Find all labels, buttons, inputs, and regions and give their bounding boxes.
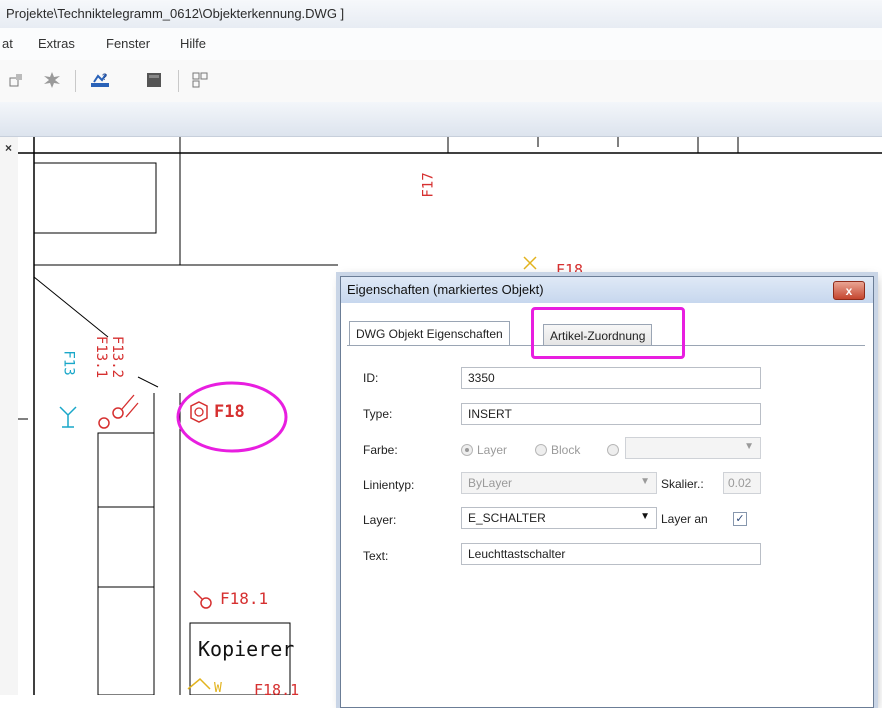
layer-label: Layer:: [363, 513, 397, 527]
id-label: ID:: [363, 371, 379, 385]
radio-icon: [535, 444, 547, 456]
skalier-label: Skalier.:: [661, 477, 704, 491]
zoom-icon[interactable]: ?: [90, 70, 110, 90]
cad-label-f13-1: F13.1: [93, 335, 110, 379]
menu-bar: at Extras Fenster Hilfe: [0, 28, 882, 60]
close-icon: x: [845, 283, 853, 298]
farbe-layer-label: Layer: [477, 443, 508, 457]
farbe-block-label: Block: [551, 443, 581, 457]
kopierer-label: Kopierer: [198, 637, 295, 661]
toolbar-separator: [178, 70, 179, 92]
layer-icon[interactable]: [144, 70, 164, 90]
layer-select[interactable]: E_SCHALTER ▼: [461, 507, 657, 529]
chevron-down-icon: ▼: [744, 441, 754, 452]
linientyp-select[interactable]: ByLayer ▼: [461, 472, 657, 494]
cad-label-f17: F17: [420, 172, 437, 198]
radio-icon: [461, 444, 473, 456]
farbe-block-radio[interactable]: Block: [535, 443, 580, 457]
text-field[interactable]: Leuchttastschalter: [461, 543, 761, 565]
chevron-down-icon: ▼: [640, 511, 650, 522]
highlight-annotation: [531, 307, 685, 359]
toolbar-separator: [75, 70, 76, 92]
cad-label-w: W: [214, 681, 222, 696]
menu-item-format[interactable]: at: [2, 36, 13, 51]
radio-icon: [607, 444, 619, 456]
dialog-titlebar: Eigenschaften (markiertes Objekt) x: [341, 277, 873, 303]
menu-item-hilfe[interactable]: Hilfe: [180, 36, 206, 51]
tab-dwg-objekt-eigenschaften[interactable]: DWG Objekt Eigenschaften: [349, 321, 510, 346]
linientyp-label: Linientyp:: [363, 478, 415, 492]
type-field[interactable]: INSERT: [461, 403, 761, 425]
cad-label-f18: F18: [214, 402, 245, 422]
farbe-label: Farbe:: [363, 443, 398, 457]
cad-label-f13: F13: [60, 350, 77, 376]
ribbon-strip: [0, 102, 882, 137]
snap-icon[interactable]: [6, 70, 26, 90]
dialog-title: Eigenschaften (markiertes Objekt): [347, 282, 544, 297]
check-icon: ✓: [735, 513, 745, 525]
layer-value: E_SCHALTER: [468, 511, 546, 525]
svg-text:?: ?: [102, 72, 107, 82]
toolbar: ?: [0, 60, 882, 103]
cad-label-f13-2: F13.2: [109, 335, 126, 379]
title-bar: Projekte\Techniktelegramm_0612\Objekterk…: [0, 0, 882, 29]
menu-item-fenster[interactable]: Fenster: [106, 36, 150, 51]
explode-icon[interactable]: [42, 70, 62, 90]
side-panel: [0, 137, 19, 695]
farbe-layer-radio[interactable]: Layer: [461, 443, 507, 457]
type-label: Type:: [363, 407, 393, 421]
menu-item-extras[interactable]: Extras: [38, 36, 75, 51]
skalier-field[interactable]: 0.02: [723, 472, 761, 494]
text-label: Text:: [363, 549, 389, 563]
chevron-down-icon: ▼: [640, 476, 650, 487]
farbe-custom-radio[interactable]: [607, 443, 619, 461]
grid-icon[interactable]: [190, 70, 210, 90]
color-select[interactable]: ▼: [625, 437, 761, 459]
id-field[interactable]: 3350: [461, 367, 761, 389]
window-title: Projekte\Techniktelegramm_0612\Objekterk…: [6, 6, 345, 21]
dialog-close-button[interactable]: x: [833, 281, 865, 300]
cad-label-f18-1-bottom: F18.1: [254, 681, 300, 699]
layer-an-checkbox[interactable]: ✓: [733, 512, 747, 526]
cad-label-f18-1: F18.1: [220, 589, 269, 608]
close-icon[interactable]: ×: [5, 141, 12, 155]
linientyp-value: ByLayer: [468, 476, 513, 490]
layer-an-label: Layer an: [661, 512, 708, 526]
